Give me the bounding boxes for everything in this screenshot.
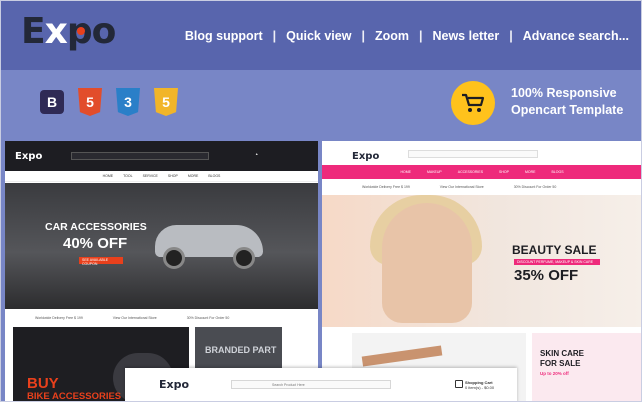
nav-quick-view[interactable]: Quick view — [286, 29, 351, 43]
tile-branded-text: BRANDED PART — [205, 345, 277, 355]
service-item: Worldwide Delivery Free $ 199 — [35, 316, 83, 320]
opencart-cart-icon — [451, 81, 495, 125]
tile-skin-text: SKIN CARE FOR SALE — [540, 349, 584, 369]
feature-nav: Blog support | Quick view | Zoom | News … — [185, 29, 629, 43]
service-item: 30% Discount For Order 50 — [186, 316, 230, 320]
preview-beauty-store: Expo HOME MAKEUP ACCESSORIES SHOP MORE B… — [322, 141, 641, 401]
logo-letters-po: po — [66, 11, 117, 52]
tile-buy-text: BUY — [27, 375, 59, 392]
model-face-image — [382, 203, 472, 323]
preview-header-dark: Expo ▲ — [5, 141, 318, 171]
preview-cart-value: 0 item(s) - $0.00 — [465, 385, 495, 390]
logo-letter-e: E — [21, 11, 46, 52]
nav-separator: | — [509, 29, 513, 43]
car-wheel — [163, 247, 185, 269]
hero-discount: 40% OFF — [63, 235, 128, 252]
preview-service-strip: Worldwide Delivery Free $ 199 View Our I… — [5, 311, 318, 325]
car-hero-banner: CAR ACCESSORIES 40% OFF SEE AVAILABLE CO… — [5, 183, 318, 309]
preview-menu-item: SHOP — [167, 174, 178, 178]
header-bar: Expo Blog support | Quick view | Zoom | … — [1, 1, 641, 70]
tile-skin-offer: Up to 20% off — [540, 371, 569, 376]
preview-service-strip: Worldwide Delivery Free $ 199 View Our I… — [322, 179, 641, 195]
preview-search-input — [71, 152, 209, 160]
hero-title: CAR ACCESSORIES — [45, 221, 147, 233]
hero-coupon-button: SEE AVAILABLE COUPON — [79, 257, 123, 266]
preview-menu-item: SHOP — [499, 170, 509, 174]
preview-cart-label: ▲ — [255, 152, 259, 156]
preview-menu-item: HOME — [400, 170, 411, 174]
nav-blog-support[interactable]: Blog support — [185, 29, 263, 43]
preview-menu-item: MORE — [187, 174, 199, 178]
preview-search-input — [408, 150, 538, 158]
hero-tagline-bar: DISCOUNT PERFUME, MAKEUP & SKIN CARE — [514, 259, 600, 265]
nav-newsletter[interactable]: News letter — [432, 29, 499, 43]
preview-menu-item: ACCESSORIES — [457, 170, 484, 174]
car-wheel — [233, 247, 255, 269]
preview-search-input: Search Product Here — [231, 380, 391, 389]
tile-skin-line-1: SKIN CARE — [540, 349, 585, 358]
responsive-promo: 100% Responsive Opencart Template — [511, 85, 623, 119]
tile-bike-text: BIKE ACCESSORIES — [27, 391, 122, 402]
tile-skin-line-2: FOR SALE — [540, 359, 581, 368]
preview-menu-item: BLOGS — [208, 174, 221, 178]
logo-dot-icon — [77, 27, 85, 35]
preview-logo: Expo — [15, 151, 43, 162]
hero-coupon-label: SEE AVAILABLE COUPON — [82, 258, 109, 266]
javascript-icon: 5 — [154, 88, 178, 116]
nav-separator: | — [272, 29, 277, 43]
nav-advance-search[interactable]: Advance search... — [523, 29, 629, 43]
tech-badges: B 5 3 5 — [40, 88, 178, 116]
nav-separator: | — [361, 29, 365, 43]
preview-menu-item: BLOGS — [551, 170, 564, 174]
hero-discount: 35% OFF — [514, 267, 579, 284]
service-item: Worldwide Delivery Free $ 199 — [362, 185, 410, 189]
preview-menu: HOME TOOL SERVICE SHOP MORE BLOGS — [5, 171, 318, 182]
preview-search-placeholder: Search Product Here — [272, 383, 305, 387]
nav-zoom[interactable]: Zoom — [375, 29, 409, 43]
preview-cart-text: Shopping Cart 0 item(s) - $0.00 — [465, 380, 494, 390]
preview-menu-item: HOME — [102, 174, 114, 178]
preview-cart-icon — [455, 380, 463, 388]
bootstrap-icon: B — [40, 90, 64, 114]
preview-menu-item: MORE — [524, 170, 536, 174]
shopping-cart-icon — [462, 93, 485, 112]
service-item: View Our International Store — [112, 316, 157, 320]
beauty-hero-banner: BEAUTY SALE DISCOUNT PERFUME, MAKEUP & S… — [322, 195, 641, 327]
lipstick-image — [361, 345, 443, 367]
preview-car-store: Expo ▲ HOME TOOL SERVICE SHOP MORE BLOGS… — [5, 141, 318, 402]
preview-logo: Expo — [352, 151, 380, 162]
promo-line-1: 100% Responsive — [511, 86, 617, 100]
css3-icon: 3 — [116, 88, 140, 116]
preview-menu-item: SERVICE — [142, 174, 158, 178]
preview-menu-pink: HOME MAKEUP ACCESSORIES SHOP MORE BLOGS — [322, 165, 641, 179]
preview-menu-item: MAKEUP — [426, 170, 442, 174]
html5-icon: 5 — [78, 88, 102, 116]
brand-logo[interactable]: Expo — [21, 11, 117, 52]
service-item: 30% Discount For Order 50 — [513, 185, 557, 189]
skin-care-tile: SKIN CARE FOR SALE Up to 20% off — [532, 333, 641, 401]
hero-tagline: DISCOUNT PERFUME, MAKEUP & SKIN CARE — [517, 260, 594, 264]
hero-title: BEAUTY SALE — [512, 243, 597, 257]
nav-separator: | — [418, 29, 423, 43]
logo-letter-x: x — [44, 11, 68, 52]
preview-third-store: Expo Search Product Here Shopping Cart 0… — [125, 368, 517, 401]
promo-line-2: Opencart Template — [511, 103, 624, 117]
preview-menu-item: TOOL — [123, 174, 133, 178]
preview-logo: Expo — [159, 378, 190, 391]
preview-header-light: Expo — [322, 141, 641, 165]
template-showcase: Expo Blog support | Quick view | Zoom | … — [0, 0, 642, 402]
service-item: View Our International Store — [439, 185, 484, 189]
